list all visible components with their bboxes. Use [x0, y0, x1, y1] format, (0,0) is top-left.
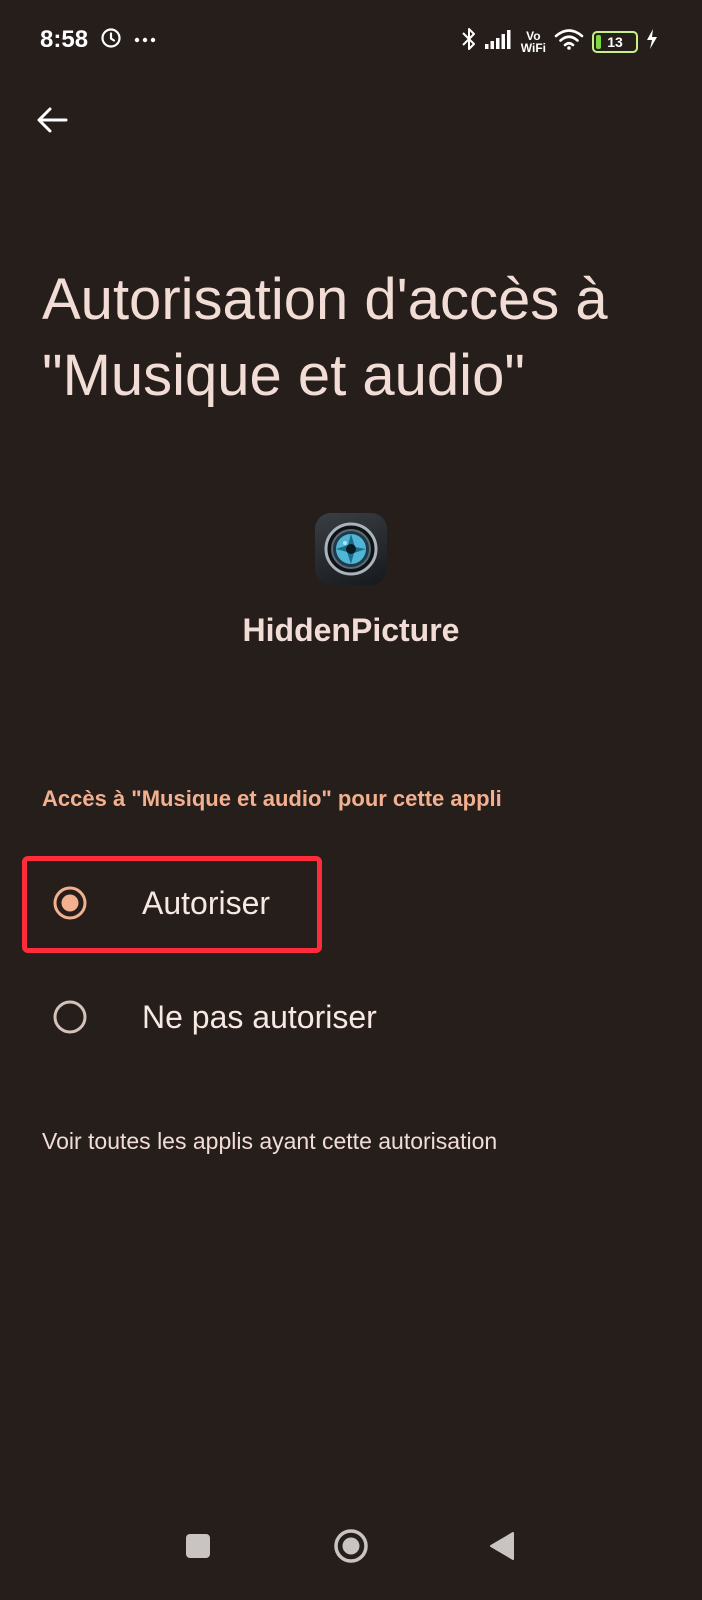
- back-button[interactable]: [30, 98, 74, 142]
- option-deny[interactable]: Ne pas autoriser: [32, 974, 672, 1060]
- app-icon: [315, 513, 387, 585]
- battery-icon: 13: [592, 30, 638, 53]
- charging-icon: [646, 29, 658, 54]
- permission-section-header: Accès à "Musique et audio" pour cette ap…: [42, 786, 502, 811]
- alarm-icon: [100, 27, 122, 54]
- see-all-apps-link[interactable]: Voir toutes les applis ayant cette autor…: [42, 1128, 497, 1155]
- option-allow-label: Autoriser: [142, 884, 271, 921]
- radio-unselected-icon[interactable]: [52, 999, 88, 1035]
- arrow-left-icon: [37, 107, 68, 133]
- page-title: Autorisation d'accès à "Musique et audio…: [42, 267, 608, 408]
- wifi-icon: [554, 28, 584, 55]
- square-icon: [186, 1534, 210, 1558]
- navigation-bar: [0, 1490, 702, 1600]
- battery-fill: [596, 34, 601, 49]
- radio-selected-icon[interactable]: [52, 885, 88, 921]
- status-right: Vo WiFi 13: [461, 26, 658, 57]
- status-time: 8:58: [40, 26, 89, 53]
- status-left: 8:58: [40, 26, 156, 54]
- more-notifications-icon: [134, 31, 156, 49]
- vowifi-bottom: WiFi: [520, 40, 546, 55]
- home-button[interactable]: [327, 1522, 375, 1570]
- recents-button[interactable]: [174, 1522, 222, 1570]
- home-circle-icon: [334, 1529, 368, 1563]
- nav-back-button[interactable]: [478, 1522, 526, 1570]
- battery-level: 13: [607, 33, 623, 50]
- signal-icon: [484, 29, 513, 54]
- triangle-back-icon: [490, 1532, 514, 1560]
- permission-screen: 8:58 Vo WiFi 13 Autorisation d'accès à "…: [0, 0, 702, 1600]
- app-name: HiddenPicture: [242, 612, 460, 648]
- vowifi-indicator: Vo WiFi: [521, 30, 546, 54]
- status-bar: 8:58 Vo WiFi 13: [0, 0, 702, 86]
- option-deny-label: Ne pas autoriser: [142, 998, 377, 1035]
- option-allow[interactable]: Autoriser: [32, 860, 672, 946]
- camera-aperture-icon: [324, 522, 378, 576]
- bluetooth-icon: [461, 26, 477, 57]
